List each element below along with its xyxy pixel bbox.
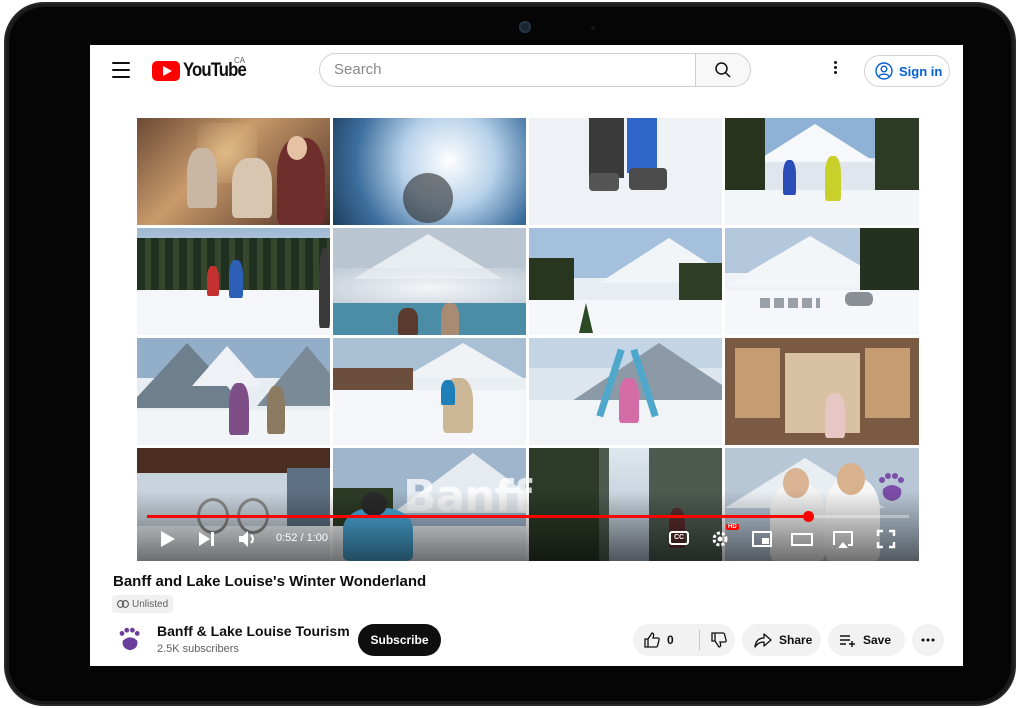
- scene-ski-trail: [725, 118, 919, 225]
- scene-hot-springs: [333, 228, 526, 335]
- scene-lake-louise-walk: [137, 338, 330, 445]
- volume-icon[interactable]: [237, 526, 259, 552]
- scene-cross-country-ski: [137, 228, 330, 335]
- like-count: 0: [667, 633, 674, 647]
- youtube-logo[interactable]: YouTube CA: [152, 56, 254, 82]
- video-player[interactable]: Banff 0:52 / 1:00 CC HD: [137, 118, 919, 561]
- youtube-play-icon: [152, 61, 180, 81]
- channel-avatar-paw-icon[interactable]: [118, 625, 142, 653]
- subscriber-count: 2.5K subscribers: [157, 643, 239, 655]
- scrubber-handle[interactable]: [802, 511, 814, 522]
- more-actions-button[interactable]: [912, 624, 944, 656]
- search-input[interactable]: Search: [319, 53, 696, 87]
- sign-in-button[interactable]: Sign in: [864, 55, 950, 87]
- ambient-sensor: [591, 26, 595, 30]
- time-display: 0:52 / 1:00: [276, 532, 328, 544]
- scene-spa-interior: [725, 338, 919, 445]
- more-horizontal-icon: [921, 638, 935, 642]
- share-label: Share: [779, 633, 813, 647]
- progress-played: [147, 515, 808, 518]
- theater-mode-icon[interactable]: [791, 526, 813, 552]
- subscribe-button[interactable]: Subscribe: [358, 624, 441, 656]
- scene-snowshoes: [529, 118, 722, 225]
- captions-button[interactable]: CC: [669, 531, 689, 545]
- play-icon[interactable]: [159, 526, 177, 552]
- dislike-button[interactable]: [710, 624, 728, 656]
- save-button[interactable]: Save: [828, 624, 905, 656]
- thumbs-up-icon: [644, 632, 660, 648]
- account-icon: [875, 62, 893, 80]
- cast-airplay-icon[interactable]: [831, 526, 855, 552]
- country-code: CA: [234, 56, 246, 65]
- sign-in-label: Sign in: [899, 63, 943, 79]
- save-label: Save: [863, 633, 892, 647]
- masthead: YouTube CA Search Sign in: [90, 45, 963, 101]
- hamburger-menu-icon[interactable]: [112, 62, 130, 78]
- like-divider: [699, 630, 700, 650]
- scene-mountain-meadow: [529, 228, 722, 335]
- channel-name[interactable]: Banff & Lake Louise Tourism: [157, 623, 350, 639]
- scene-dog-sled: [725, 228, 919, 335]
- progress-bar[interactable]: [147, 511, 909, 522]
- hd-badge: HD: [726, 524, 739, 530]
- browser-screen: YouTube CA Search Sign in 0:52 / 1:00 CC…: [90, 45, 963, 666]
- next-icon[interactable]: [197, 526, 217, 552]
- link-icon: [117, 600, 129, 608]
- scene-powder-splash: [333, 118, 526, 225]
- save-playlist-icon: [840, 635, 855, 647]
- miniplayer-icon[interactable]: [751, 526, 773, 552]
- front-camera: [519, 21, 531, 33]
- like-dislike-group: 0: [633, 624, 735, 656]
- search-icon: [715, 62, 731, 78]
- scene-skier-skis-up: [529, 338, 722, 445]
- settings-more-button[interactable]: [830, 59, 840, 81]
- share-icon: [754, 633, 772, 648]
- thumbs-down-icon: [711, 632, 727, 648]
- like-button[interactable]: 0: [633, 624, 693, 656]
- scene-dining: [137, 118, 330, 225]
- share-button[interactable]: Share: [742, 624, 821, 656]
- video-title: Banff and Lake Louise's Winter Wonderlan…: [113, 573, 427, 590]
- unlisted-label: Unlisted: [132, 598, 169, 610]
- fullscreen-icon[interactable]: [875, 526, 897, 552]
- unlisted-badge: Unlisted: [112, 595, 174, 613]
- tablet-device: YouTube CA Search Sign in 0:52 / 1:00 CC…: [4, 2, 1016, 706]
- search-button[interactable]: [695, 53, 751, 87]
- scene-fat-bike: [333, 338, 526, 445]
